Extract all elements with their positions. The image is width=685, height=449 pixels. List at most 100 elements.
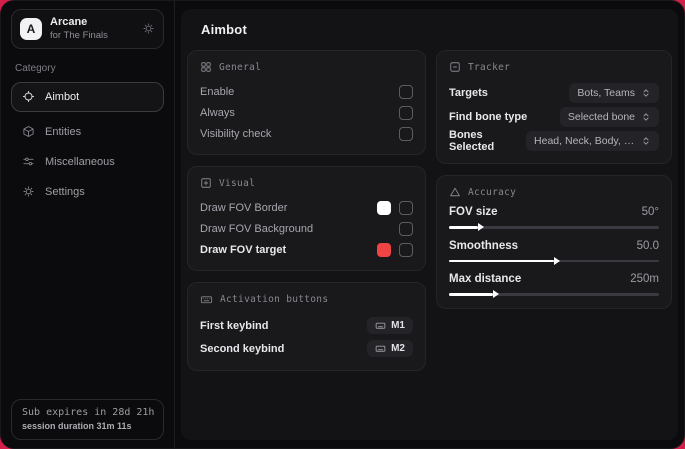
setting-row-first-keybind: First keybind M1 <box>200 314 413 337</box>
draw-fov-target-checkbox[interactable] <box>399 242 413 257</box>
visibility-check-checkbox[interactable] <box>399 126 413 141</box>
sidebar-item-label: Settings <box>45 185 85 198</box>
always-checkbox[interactable] <box>399 105 413 120</box>
setting-label: Smoothness <box>449 239 519 252</box>
setting-row-find-bone-type: Find bone type Selected bone <box>449 105 659 129</box>
smoothness-value: 50.0 <box>636 239 659 252</box>
chevron-up-down-icon <box>643 137 649 145</box>
sub-expiry-text: Sub expires in 28d 21h <box>22 407 155 418</box>
accuracy-card-header: Accuracy <box>449 186 659 198</box>
subscription-info: Sub expires in 28d 21h session duration … <box>11 399 164 440</box>
fov-target-color-swatch[interactable] <box>377 242 391 257</box>
visual-card-header: Visual <box>200 177 413 189</box>
triangle-icon <box>450 187 460 197</box>
activation-card-header: Activation buttons <box>200 293 413 306</box>
chevron-up-down-icon <box>643 113 649 121</box>
setting-row-bones-selected: Bones Selected Head, Neck, Body, Pe.. <box>449 129 659 153</box>
frame-plus-icon <box>201 178 211 188</box>
slider-fill[interactable] <box>449 226 479 229</box>
crosshair-icon <box>22 90 35 103</box>
setting-row-draw-fov-background: Draw FOV Background <box>200 218 413 239</box>
setting-label: Targets <box>449 87 488 99</box>
select-value: Selected bone <box>567 111 635 123</box>
fov-size-slider[interactable] <box>449 226 659 229</box>
draw-fov-background-checkbox[interactable] <box>399 221 413 236</box>
app-window: A Arcane for The Finals Category Aimbot … <box>0 0 685 449</box>
bones-selected-select[interactable]: Head, Neck, Body, Pe.. <box>526 131 659 151</box>
slider-fill[interactable] <box>449 259 554 262</box>
keybind-value: M2 <box>391 343 405 354</box>
setting-label: Enable <box>200 85 235 98</box>
card-title: Tracker <box>468 61 511 73</box>
setting-label: First keybind <box>200 319 269 332</box>
max-distance-slider[interactable] <box>449 293 659 296</box>
enable-checkbox[interactable] <box>399 84 413 99</box>
fov-border-color-swatch[interactable] <box>377 200 391 215</box>
target-box-icon <box>450 62 460 72</box>
app-name: Arcane <box>50 16 88 28</box>
sidebar-item-label: Miscellaneous <box>45 155 115 168</box>
card-title: Visual <box>219 177 256 189</box>
content-panel: Aimbot General Enable Always Visibility … <box>181 9 678 440</box>
sidebar-item-settings[interactable]: Settings <box>11 178 164 206</box>
sidebar-item-label: Aimbot <box>45 90 80 103</box>
setting-row-draw-fov-target: Draw FOV target <box>200 239 413 260</box>
tracker-card-header: Tracker <box>449 61 659 73</box>
card-title: Accuracy <box>468 186 517 198</box>
setting-label: Always <box>200 106 235 119</box>
sidebar-nav: Aimbot Entities Miscellaneous Settings <box>11 81 164 206</box>
page-title: Aimbot <box>201 22 247 37</box>
brand-card: A Arcane for The Finals <box>11 9 164 49</box>
setting-row-always: Always <box>200 102 413 123</box>
targets-select[interactable]: Bots, Teams <box>569 83 659 103</box>
gear-icon <box>22 185 35 198</box>
setting-label: Second keybind <box>200 342 285 355</box>
cube-icon <box>22 125 35 138</box>
setting-label: Max distance <box>449 273 522 285</box>
category-label: Category <box>15 62 56 74</box>
second-keybind-button[interactable]: M2 <box>367 340 413 357</box>
smoothness-slider[interactable] <box>449 259 659 262</box>
sidebar-item-aimbot[interactable]: Aimbot <box>11 81 164 112</box>
keyboard-icon <box>375 345 386 352</box>
keyboard-icon <box>375 322 386 329</box>
sidebar-item-label: Entities <box>45 125 82 138</box>
setting-row-fov-size: FOV size 50° <box>449 206 659 229</box>
keyboard-icon <box>200 296 213 304</box>
gear-icon[interactable] <box>142 22 155 35</box>
setting-row-visibility-check: Visibility check <box>200 123 413 144</box>
sidebar-item-entities[interactable]: Entities <box>11 118 164 146</box>
card-title: Activation buttons <box>220 294 329 305</box>
main-area: Aimbot General Enable Always Visibility … <box>175 1 684 448</box>
fov-size-value: 50° <box>641 206 659 218</box>
setting-label: Bones Selected <box>449 129 495 153</box>
sidebar: A Arcane for The Finals Category Aimbot … <box>1 1 175 448</box>
session-duration-text: session duration 31m 11s <box>22 421 132 431</box>
select-value: Head, Neck, Body, Pe.. <box>534 135 635 147</box>
setting-row-smoothness: Smoothness 50.0 <box>449 239 659 262</box>
sidebar-item-miscellaneous[interactable]: Miscellaneous <box>11 148 164 176</box>
setting-label: Draw FOV Background <box>200 222 314 235</box>
keybind-value: M1 <box>391 320 405 331</box>
setting-row-targets: Targets Bots, Teams <box>449 81 659 105</box>
setting-label: Draw FOV Border <box>200 201 288 214</box>
setting-row-draw-fov-border: Draw FOV Border <box>200 197 413 218</box>
app-logo: A <box>20 17 42 40</box>
setting-row-second-keybind: Second keybind M2 <box>200 337 413 360</box>
slider-fill[interactable] <box>449 293 494 296</box>
find-bone-type-select[interactable]: Selected bone <box>559 107 659 127</box>
setting-label: Visibility check <box>200 127 272 140</box>
tracker-card: Tracker Targets Bots, Teams Find bone ty… <box>436 50 672 164</box>
card-title: General <box>219 61 262 73</box>
setting-row-enable: Enable <box>200 81 413 102</box>
general-card-header: General <box>200 61 413 73</box>
draw-fov-border-checkbox[interactable] <box>399 200 413 215</box>
setting-label: Find bone type <box>449 111 528 123</box>
setting-row-max-distance: Max distance 250m <box>449 273 659 296</box>
general-card: General Enable Always Visibility check <box>187 50 426 155</box>
visual-card: Visual Draw FOV Border Draw FOV Backgrou… <box>187 166 426 271</box>
sliders-icon <box>22 155 35 168</box>
first-keybind-button[interactable]: M1 <box>367 317 413 334</box>
max-distance-value: 250m <box>630 273 659 285</box>
grid-icon <box>201 62 211 72</box>
